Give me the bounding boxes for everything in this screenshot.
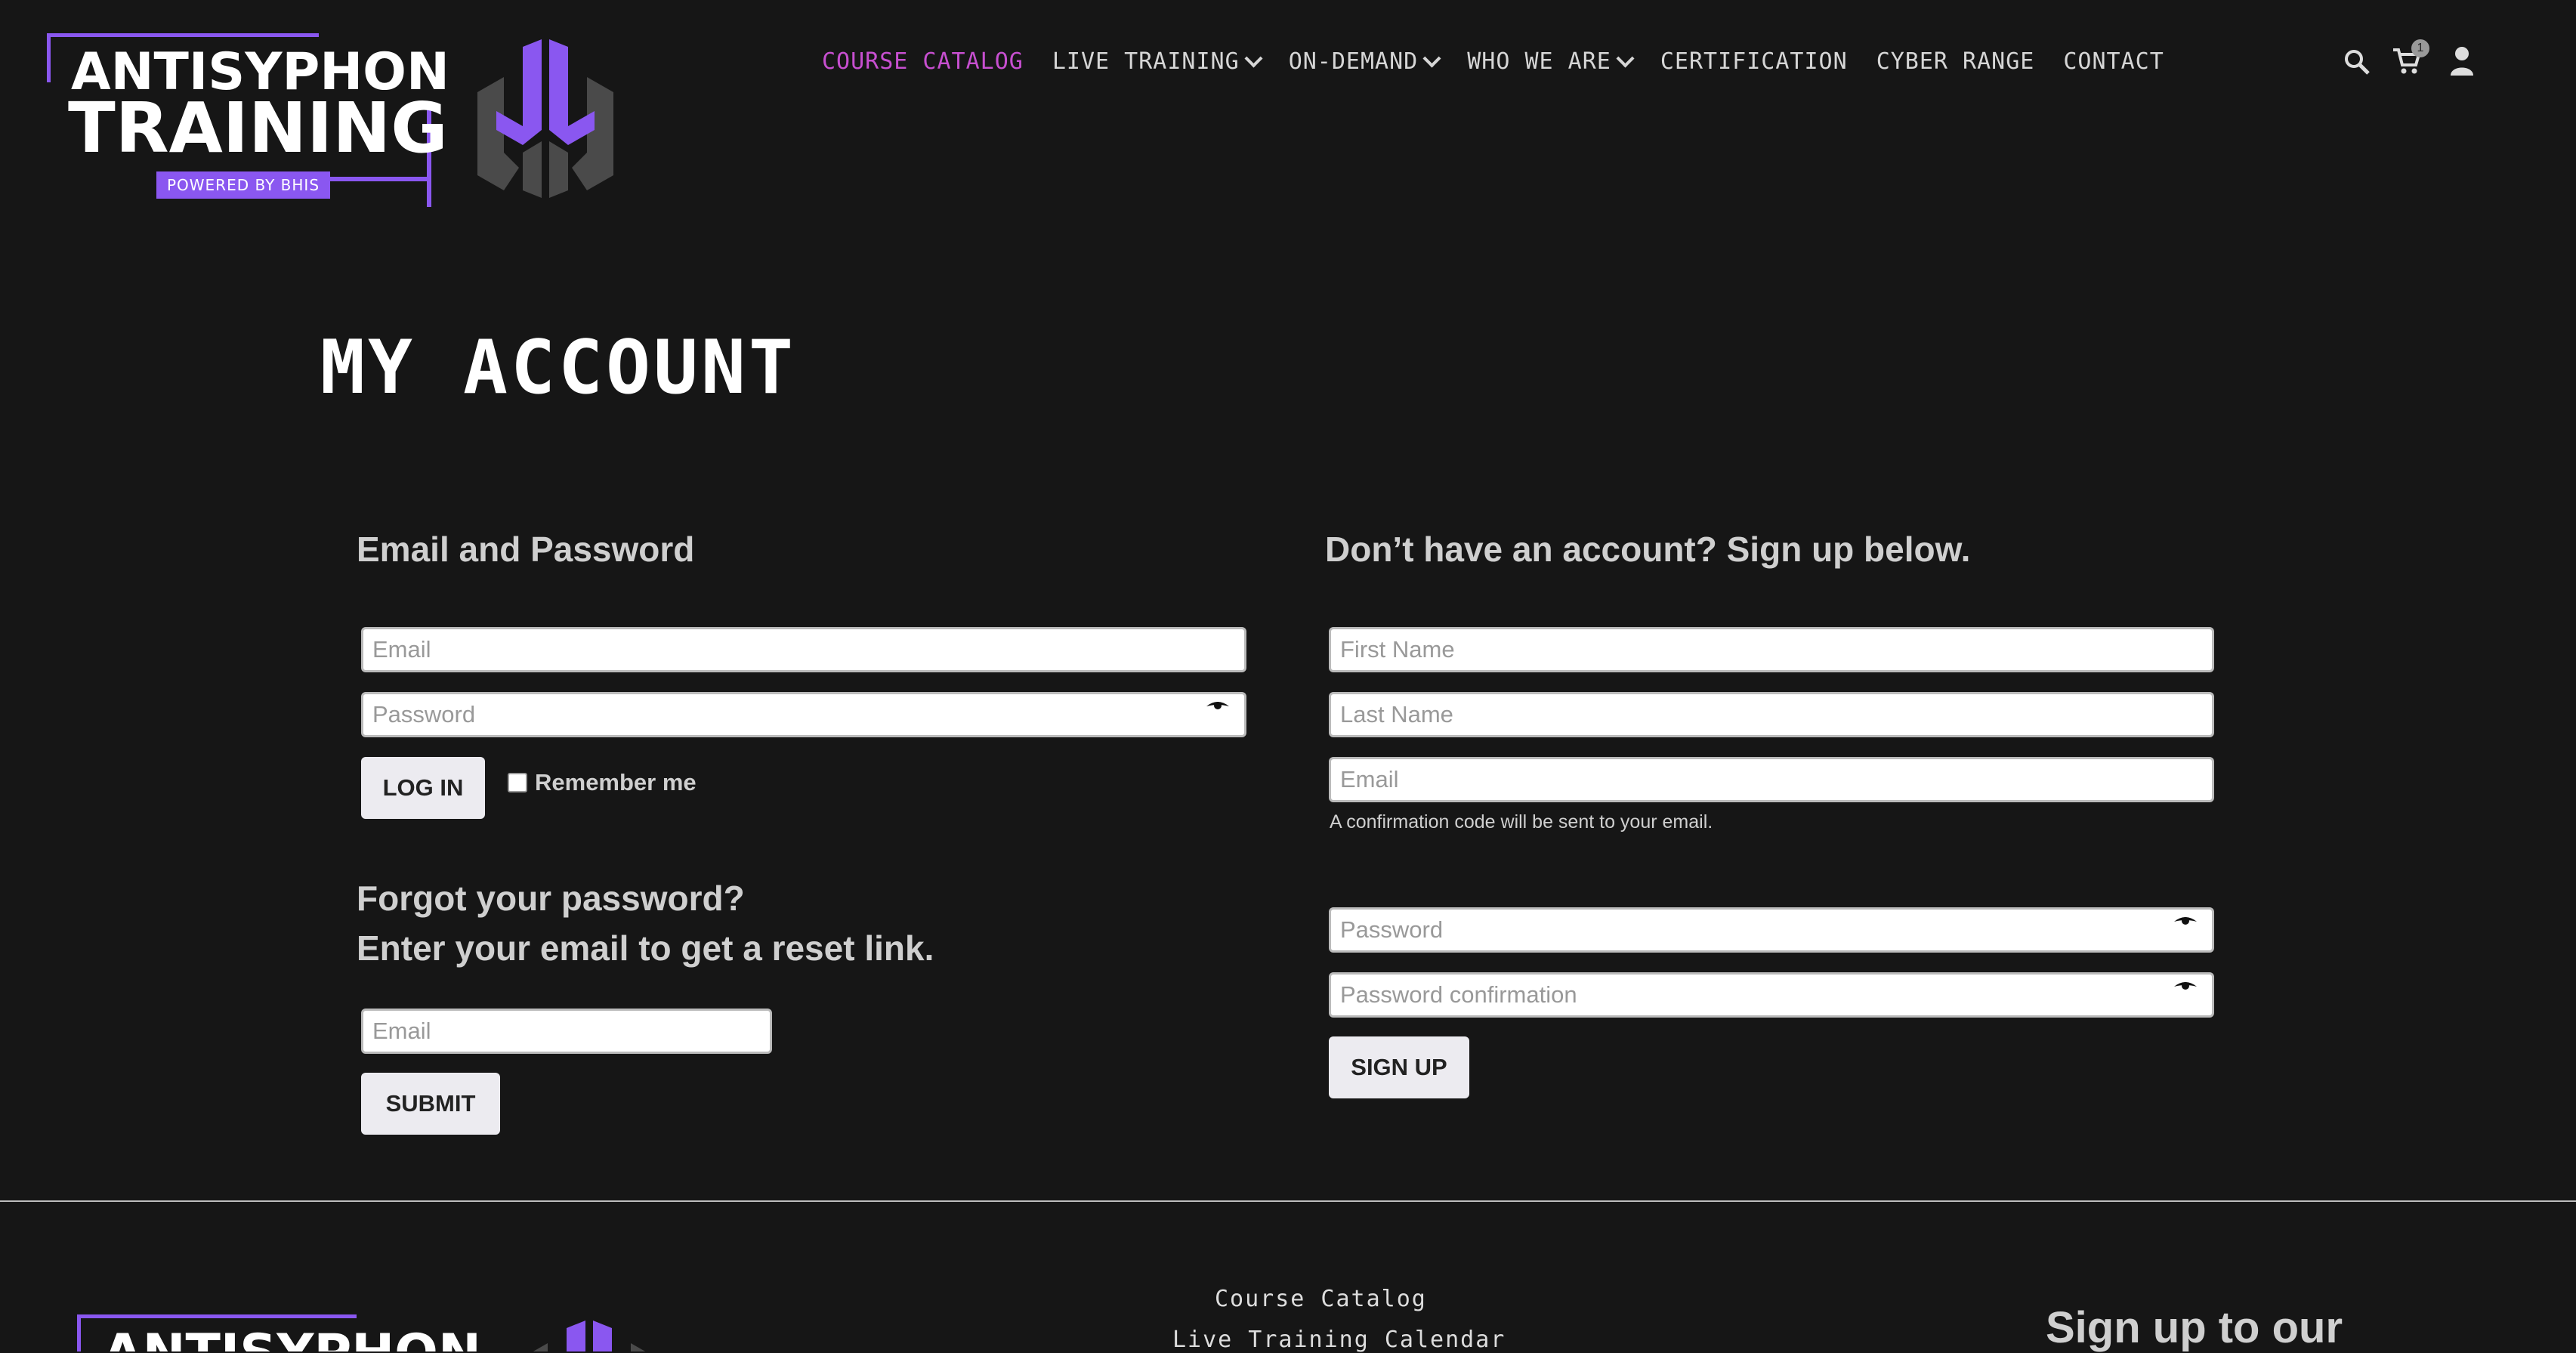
- remember-label: Remember me: [535, 769, 697, 795]
- nav-cyber-range[interactable]: CYBER RANGE: [1876, 48, 2035, 75]
- footer-logo[interactable]: ANTISYPHON: [76, 1314, 650, 1351]
- password-confirm-input[interactable]: Password confirmation: [1329, 972, 2214, 1018]
- first-name-input[interactable]: First Name: [1329, 627, 2214, 672]
- chevron-down-icon: [1422, 48, 1441, 68]
- nav-live-training[interactable]: LIVE TRAINING: [1052, 48, 1263, 75]
- footer-link-course-catalog[interactable]: Course Catalog: [1215, 1286, 1427, 1312]
- footer-divider: [0, 1200, 2576, 1202]
- remember-checkbox[interactable]: [508, 773, 527, 792]
- nav-contact[interactable]: CONTACT: [2063, 48, 2164, 75]
- eye-icon[interactable]: [2173, 916, 2198, 926]
- signup-button[interactable]: SIGN UP: [1329, 1036, 1469, 1098]
- chevron-down-icon: [1616, 48, 1635, 68]
- signup-email-input[interactable]: Email: [1329, 757, 2214, 802]
- last-name-input[interactable]: Last Name: [1329, 692, 2214, 737]
- forgot-email-placeholder: Email: [372, 1018, 431, 1044]
- footer-link-live-training-calendar[interactable]: Live Training Calendar: [1172, 1327, 1506, 1353]
- login-email-placeholder: Email: [372, 636, 431, 663]
- last-name-placeholder: Last Name: [1340, 701, 1453, 727]
- signup-password-placeholder: Password: [1340, 916, 1444, 943]
- password-confirm-placeholder: Password confirmation: [1340, 981, 1577, 1008]
- remember-me[interactable]: Remember me: [508, 769, 697, 796]
- site-logo[interactable]: ANTISYPHON TRAINING POWERED BY BHIS: [45, 33, 635, 207]
- logo-emblem-icon: [477, 39, 613, 198]
- email-hint: A confirmation code will be sent to your…: [1330, 811, 1713, 832]
- forgot-heading-line2: Enter your email to get a reset link.: [357, 928, 934, 968]
- signup-email-placeholder: Email: [1340, 766, 1399, 792]
- eye-icon[interactable]: [1205, 700, 1231, 711]
- cart-count-badge: 1: [2411, 39, 2429, 57]
- nav-on-demand[interactable]: ON-DEMAND: [1289, 48, 1441, 75]
- signup-heading: Don’t have an account? Sign up below.: [1325, 530, 1971, 569]
- signup-password-input[interactable]: Password: [1329, 907, 2214, 953]
- user-icon[interactable]: [2449, 45, 2475, 77]
- submit-button[interactable]: SUBMIT: [361, 1073, 500, 1135]
- footer-logo-emblem-icon: [533, 1321, 646, 1351]
- nav-certification[interactable]: CERTIFICATION: [1660, 48, 1848, 75]
- chevron-down-icon: [1244, 48, 1263, 68]
- main-nav: COURSE CATALOG LIVE TRAINING ON-DEMAND W…: [822, 42, 2193, 80]
- login-email-input[interactable]: Email: [361, 627, 1246, 672]
- login-password-input[interactable]: Password: [361, 692, 1246, 737]
- page-title: MY ACCOUNT: [320, 325, 797, 411]
- eye-icon[interactable]: [2173, 981, 2198, 991]
- nav-course-catalog[interactable]: COURSE CATALOG: [822, 48, 1024, 75]
- forgot-heading-line1: Forgot your password?: [357, 879, 745, 918]
- search-icon[interactable]: [2343, 48, 2371, 76]
- footer-signup-heading: Sign up to our: [2046, 1303, 2343, 1352]
- cart-button[interactable]: 1: [2392, 39, 2429, 77]
- logo-line2: TRAINING: [68, 88, 448, 168]
- footer-logo-line1: ANTISYPHON: [103, 1328, 481, 1352]
- login-button[interactable]: LOG IN: [361, 757, 485, 819]
- logo-tag: POWERED BY BHIS: [156, 171, 330, 199]
- forgot-email-input[interactable]: Email: [361, 1009, 772, 1054]
- nav-who-we-are[interactable]: WHO WE ARE: [1467, 48, 1635, 75]
- first-name-placeholder: First Name: [1340, 636, 1455, 663]
- login-password-placeholder: Password: [372, 701, 476, 727]
- login-heading: Email and Password: [357, 530, 695, 569]
